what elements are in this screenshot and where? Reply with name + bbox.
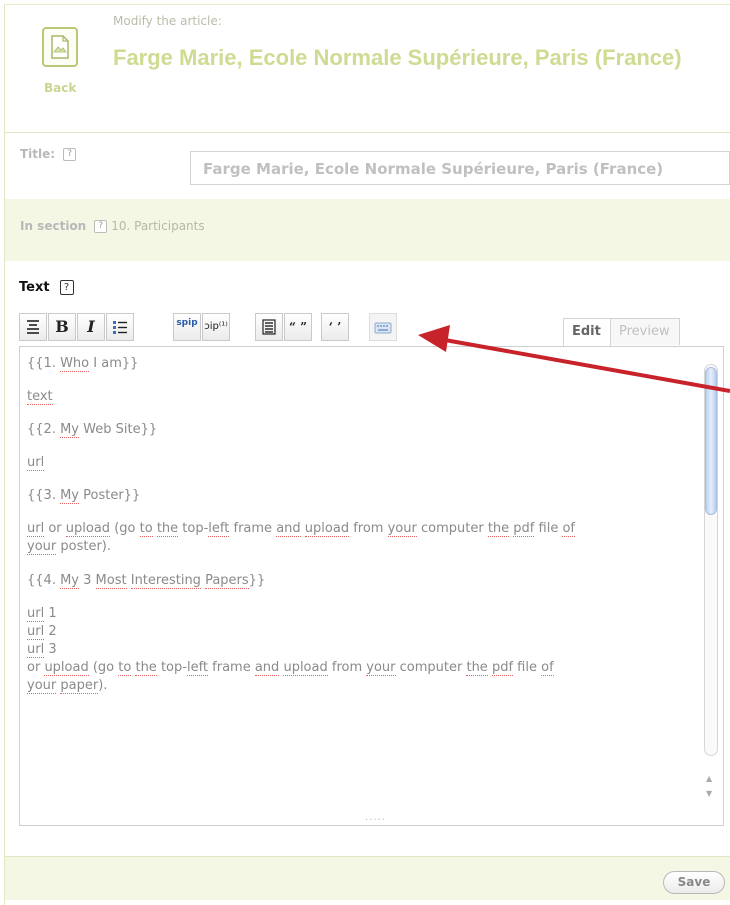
- title-label: Title:?: [20, 147, 77, 161]
- title-row: Title:? Farge Marie, Ecole Normale Supér…: [5, 133, 730, 199]
- section-help-icon[interactable]: ?: [94, 220, 108, 233]
- editor-line: url 2: [27, 624, 57, 640]
- back-label[interactable]: Back: [44, 81, 76, 95]
- italic-icon[interactable]: I: [77, 313, 105, 341]
- text-editor[interactable]: {{1. Who I am}} text {{2. My Web Site}} …: [19, 346, 724, 826]
- editor-line: url 3: [27, 642, 57, 658]
- text-help-icon[interactable]: ?: [59, 280, 74, 295]
- editor-line: or upload (go to the top-left frame and …: [27, 660, 554, 676]
- scroll-thumb[interactable]: [705, 367, 717, 515]
- editor-line: {{1. Who I am}}: [27, 356, 139, 372]
- editor-line: your paper).: [27, 678, 108, 694]
- tab-preview[interactable]: Preview: [610, 318, 680, 345]
- resize-grip-icon[interactable]: ·····: [365, 815, 386, 825]
- bullet-list-icon[interactable]: [106, 313, 134, 341]
- scroll-down-icon[interactable]: ▼: [706, 789, 712, 798]
- scroll-up-icon[interactable]: ▲: [706, 774, 712, 783]
- editor-line: url 1: [27, 606, 57, 622]
- note-icon[interactable]: ɔip⁽¹⁾: [202, 313, 230, 341]
- title-input[interactable]: Farge Marie, Ecole Normale Supérieure, P…: [190, 151, 730, 185]
- back-icon[interactable]: [42, 27, 78, 67]
- single-quotes-icon[interactable]: ‘ ’: [321, 313, 349, 341]
- page-title: Farge Marie, Ecole Normale Supérieure, P…: [113, 45, 682, 70]
- back-button[interactable]: Back: [39, 27, 89, 101]
- section-value[interactable]: 10. Participants: [111, 219, 204, 233]
- editor-line: {{3. My Poster}}: [27, 488, 141, 504]
- text-label: Text?: [19, 280, 74, 295]
- editor-line: url or upload (go to the top-left frame …: [27, 521, 575, 537]
- bold-icon[interactable]: B: [48, 313, 76, 341]
- keyboard-icon[interactable]: [369, 313, 397, 341]
- title-help-icon[interactable]: ?: [63, 148, 77, 161]
- section-row: In section? 10. Participants: [5, 199, 730, 261]
- spip-link-icon[interactable]: spip: [173, 313, 201, 341]
- editor-line: {{4. My 3 Most Interesting Papers}}: [27, 573, 266, 589]
- quotes-icon[interactable]: “ ”: [284, 313, 312, 341]
- editor-line: {{2. My Web Site}}: [27, 422, 158, 438]
- article-header: Back Modify the article: Farge Marie, Ec…: [5, 5, 730, 132]
- save-button[interactable]: Save: [663, 871, 725, 894]
- paragraph-block-icon[interactable]: [255, 313, 283, 341]
- editor-line: text: [27, 389, 53, 405]
- editor-scrollbar[interactable]: ▲ ▼: [703, 364, 720, 801]
- modify-label: Modify the article:: [113, 14, 222, 28]
- tab-edit[interactable]: Edit: [563, 318, 611, 346]
- form-footer: Save: [5, 856, 730, 900]
- editor-line: your poster).: [27, 539, 111, 555]
- editor-line: url: [27, 455, 45, 471]
- section-label: In section? 10. Participants: [20, 219, 205, 233]
- align-center-icon[interactable]: [19, 313, 47, 341]
